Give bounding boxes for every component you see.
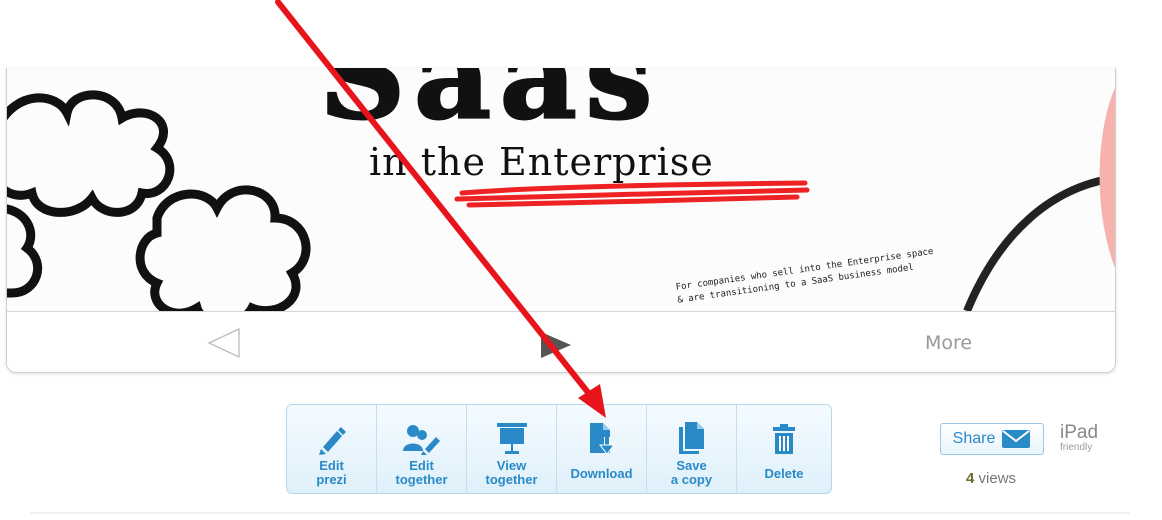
large-circle-doodle: [963, 174, 1115, 311]
share-label: Share: [952, 430, 996, 447]
slide-title: Saas: [318, 68, 661, 148]
edit-together-label-1: Edit: [409, 458, 434, 473]
pink-shape: [1099, 88, 1115, 268]
delete-label: Delete: [764, 466, 804, 481]
viewer-controls: More: [7, 311, 1115, 372]
cloud-doodle-side: [7, 204, 43, 298]
edit-together-button[interactable]: Edit together: [377, 405, 467, 493]
view-together-label-2: together: [485, 472, 538, 487]
save-copy-label-2: a copy: [670, 472, 713, 487]
copy-document-icon: [678, 422, 704, 454]
red-underline-scribble: [454, 180, 810, 208]
share-button[interactable]: Share: [940, 423, 1044, 455]
prezi-action-toolbar: Edit prezi Edit together View together D…: [286, 404, 832, 494]
more-button[interactable]: More: [925, 332, 972, 354]
cloud-doodle-bottom: [135, 185, 311, 311]
edit-prezi-label-2: prezi: [316, 472, 347, 487]
save-a-copy-button[interactable]: Save a copy: [647, 405, 737, 493]
pencil-icon: [318, 427, 346, 455]
users-pencil-icon: [402, 425, 440, 455]
envelope-icon: [1002, 430, 1031, 448]
previous-step-button[interactable]: [205, 327, 245, 359]
edit-together-label-2: together: [395, 472, 448, 487]
presentation-screen-icon: [496, 423, 527, 454]
slide-canvas[interactable]: Saas in the Enterprise For companies who…: [7, 68, 1115, 311]
download-label: Download: [570, 466, 633, 481]
views-counter: 4 views: [966, 470, 1016, 487]
download-button[interactable]: Download: [557, 405, 647, 493]
delete-button[interactable]: Delete: [737, 405, 831, 493]
views-label: views: [978, 470, 1017, 487]
triangle-right-filled-icon: [541, 332, 571, 358]
ipad-sub-label: friendly: [1060, 442, 1093, 453]
view-together-button[interactable]: View together: [467, 405, 557, 493]
bottom-divider: [30, 512, 1130, 514]
presentation-viewer[interactable]: Saas in the Enterprise For companies who…: [6, 68, 1116, 373]
save-copy-label-1: Save: [676, 458, 707, 473]
trash-icon: [773, 424, 795, 454]
cloud-doodle-top: [7, 90, 175, 217]
view-together-label-1: View: [496, 458, 527, 473]
edit-prezi-label-1: Edit: [319, 458, 344, 473]
ipad-friendly-badge: iPad friendly: [1060, 422, 1110, 453]
slide-subtitle: in the Enterprise: [369, 140, 714, 184]
triangle-left-outline-icon: [207, 327, 240, 359]
edit-prezi-button[interactable]: Edit prezi: [287, 405, 377, 493]
views-count: 4: [966, 470, 975, 487]
next-step-button[interactable]: [537, 330, 575, 360]
download-file-icon: [589, 423, 615, 455]
ipad-label: iPad: [1060, 422, 1099, 443]
